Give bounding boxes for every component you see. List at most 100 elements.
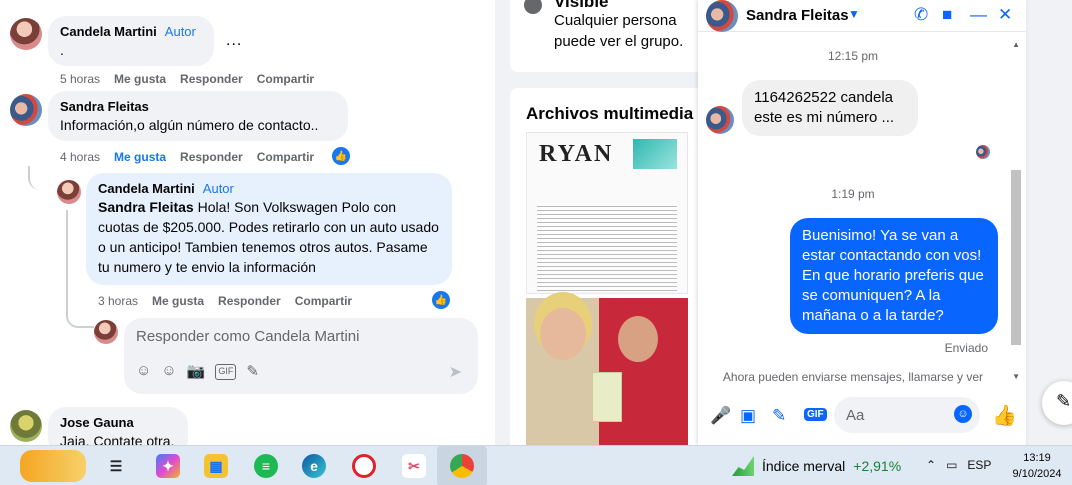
- emoji-icon[interactable]: ☺: [161, 362, 176, 380]
- copilot-icon[interactable]: ✦: [156, 454, 180, 478]
- incoming-message[interactable]: 1164262522 candela este es mi número ...: [742, 80, 918, 136]
- phone-icon[interactable]: ✆: [914, 5, 928, 25]
- thread-line: [28, 166, 54, 190]
- comment-bubble: Jose Gauna Jaja. Contate otra.: [48, 407, 188, 445]
- comment-time[interactable]: 5 horas: [60, 72, 100, 86]
- video-call-icon[interactable]: ■: [942, 5, 952, 25]
- media-brand: RYAN: [539, 141, 614, 167]
- message-timestamp: 12:15 pm: [827, 49, 879, 63]
- comment-text: Jaja. Contate otra.: [60, 433, 175, 445]
- scrollbar-thumb[interactable]: [1011, 170, 1021, 345]
- reply-composer[interactable]: Responder como Candela Martini ☺ ☺ 📷 GIF…: [124, 318, 478, 394]
- photo-icon[interactable]: ▣: [740, 406, 756, 426]
- close-icon[interactable]: ✕: [998, 5, 1012, 25]
- photo-person: [540, 308, 586, 360]
- comments-panel: Candela Martini Autor . ... 5 horas Me gu…: [0, 0, 495, 445]
- seen-avatar: [976, 145, 990, 159]
- outgoing-message[interactable]: Buenisimo! Ya se van a estar contactando…: [790, 218, 998, 334]
- media-thumbnail[interactable]: [526, 298, 688, 445]
- gif-icon[interactable]: GIF: [804, 408, 827, 421]
- author-badge: Autor: [164, 24, 196, 39]
- visibility-description: Cualquier persona puede ver el grupo.: [554, 12, 684, 50]
- comment-bubble: Candela Martini Autor Sandra Fleitas Hola…: [86, 173, 452, 285]
- microphone-icon[interactable]: 🎤: [710, 406, 731, 426]
- comment-bubble: Candela Martini Autor .: [48, 16, 214, 66]
- battery-icon[interactable]: ▭: [946, 458, 957, 472]
- photo-product: [592, 372, 622, 422]
- share-button[interactable]: Compartir: [257, 72, 314, 86]
- comment-actions: 4 horas Me gusta Responder Compartir: [60, 150, 314, 164]
- weather-widget-icon[interactable]: [20, 450, 86, 482]
- sticker-icon[interactable]: ✎: [246, 362, 259, 380]
- more-options-icon[interactable]: ...: [226, 32, 242, 50]
- camera-icon[interactable]: 📷: [187, 362, 206, 380]
- recent-media-card: Archivos multimedia recientes RYAN: [510, 88, 710, 445]
- comment-time[interactable]: 3 horas: [98, 294, 138, 308]
- like-button[interactable]: Me gusta: [114, 72, 166, 86]
- clock[interactable]: 13:19 9/10/2024: [1008, 450, 1066, 482]
- share-button[interactable]: Compartir: [257, 150, 314, 164]
- messenger-chat-window: Sandra Fleitas ▼ ✆ ■ — ✕ 12:15 pm 116426…: [698, 0, 1026, 445]
- comment-actions: 5 horas Me gusta Responder Compartir: [60, 72, 314, 86]
- avatar[interactable]: [706, 0, 738, 32]
- reply-input[interactable]: Responder como Candela Martini: [136, 328, 359, 345]
- opera-icon[interactable]: [352, 454, 376, 478]
- avatar-sticker-icon[interactable]: ☺: [136, 362, 151, 380]
- reply-button[interactable]: Responder: [180, 150, 243, 164]
- comment-author[interactable]: Jose Gauna: [60, 415, 176, 431]
- comment-text: Información,o algún número de contacto..: [60, 117, 319, 133]
- minimize-icon[interactable]: —: [970, 5, 987, 25]
- stock-label: Índice merval: [762, 458, 846, 474]
- stock-chart-icon: [732, 456, 754, 476]
- user-mention[interactable]: Sandra Fleitas: [98, 199, 194, 215]
- comment-text: Sandra Fleitas Hola! Son Volkswagen Polo…: [98, 197, 440, 277]
- reply-button[interactable]: Responder: [218, 294, 281, 308]
- chevron-down-icon[interactable]: ▼: [848, 7, 860, 21]
- avatar[interactable]: [10, 18, 42, 50]
- chrome-icon[interactable]: [450, 454, 474, 478]
- snipping-tool-icon[interactable]: ✂: [402, 454, 426, 478]
- message-input[interactable]: Aa ☺: [834, 397, 980, 433]
- like-reaction-icon[interactable]: 👍: [432, 291, 450, 309]
- avatar[interactable]: [57, 180, 81, 204]
- comment-author[interactable]: Candela Martini: [98, 181, 195, 196]
- comment-bubble: Sandra Fleitas Información,o algún númer…: [48, 91, 348, 141]
- thumbs-up-icon[interactable]: 👍: [992, 403, 1017, 428]
- scroll-up-arrow[interactable]: ▲: [1012, 40, 1020, 49]
- gif-icon[interactable]: GIF: [215, 364, 237, 380]
- chevron-up-icon[interactable]: ⌃: [926, 458, 936, 472]
- scroll-down-arrow[interactable]: ▼: [1012, 372, 1020, 381]
- media-thumbnail[interactable]: RYAN: [526, 132, 688, 294]
- comment-author[interactable]: Sandra Fleitas: [60, 99, 336, 115]
- avatar[interactable]: [706, 106, 734, 134]
- comment-actions: 3 horas Me gusta Responder Compartir: [98, 294, 352, 308]
- comment-text: .: [60, 42, 64, 58]
- task-view-icon[interactable]: ☰: [104, 454, 128, 478]
- sticker-icon[interactable]: ✎: [772, 406, 786, 426]
- comment-author[interactable]: Candela Martini: [60, 24, 157, 39]
- message-input-placeholder: Aa: [846, 407, 865, 424]
- send-icon[interactable]: ➤: [449, 362, 462, 382]
- like-button[interactable]: Me gusta: [114, 150, 166, 164]
- avatar[interactable]: [10, 94, 42, 126]
- media-text-block: [537, 203, 677, 291]
- message-timestamp: 1:19 pm: [831, 187, 875, 201]
- comment-time[interactable]: 4 horas: [60, 150, 100, 164]
- reply-button[interactable]: Responder: [180, 72, 243, 86]
- stock-widget[interactable]: Índice merval +2,91%: [732, 456, 901, 476]
- edge-icon[interactable]: e: [302, 454, 326, 478]
- message-composer: 🎤 ▣ ✎ GIF Aa ☺ 👍: [698, 395, 1026, 445]
- new-message-icon[interactable]: ✎: [1042, 381, 1072, 425]
- avatar[interactable]: [94, 320, 118, 344]
- like-button[interactable]: Me gusta: [152, 294, 204, 308]
- emoji-icon[interactable]: ☺: [954, 405, 972, 423]
- language-indicator[interactable]: ESP: [967, 458, 991, 472]
- share-button[interactable]: Compartir: [295, 294, 352, 308]
- chat-notice: Ahora pueden enviarse mensajes, llamarse…: [722, 370, 984, 384]
- file-explorer-icon[interactable]: ▦: [204, 454, 228, 478]
- like-reaction-icon[interactable]: 👍: [332, 147, 350, 165]
- chat-contact-name[interactable]: Sandra Fleitas: [746, 7, 849, 24]
- group-visibility-card: Visible Cualquier persona puede ver el g…: [510, 0, 710, 72]
- spotify-icon[interactable]: ≡: [254, 454, 278, 478]
- avatar[interactable]: [10, 410, 42, 442]
